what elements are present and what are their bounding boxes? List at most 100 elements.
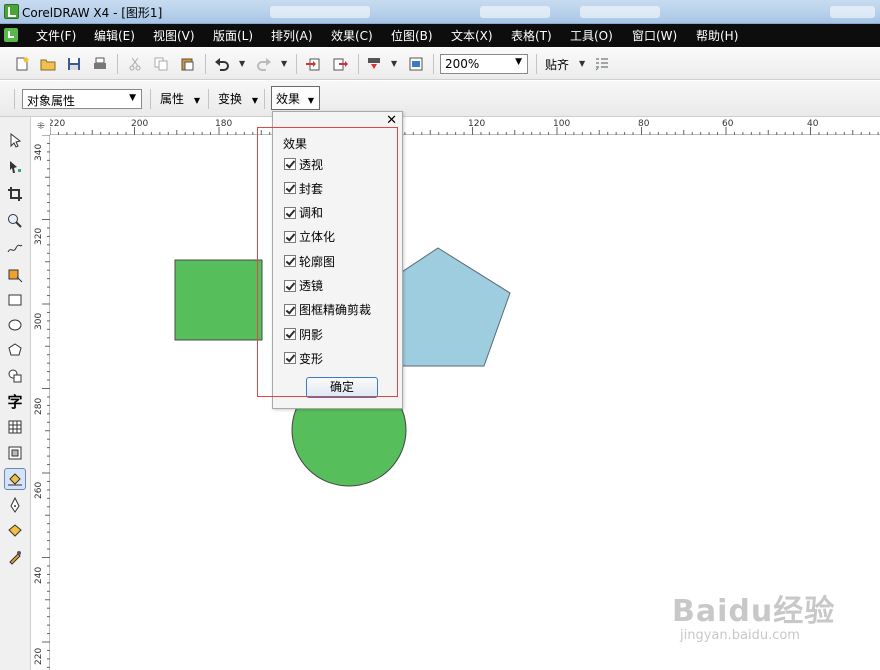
snap-dropdown-icon[interactable]: ▼ [579, 59, 585, 68]
options-list-icon[interactable] [592, 54, 612, 74]
menu-bitmaps[interactable]: 位图(B) [391, 27, 433, 44]
undo-dropdown-icon[interactable]: ▼ [239, 59, 245, 68]
effect-option-row[interactable]: 透视 [284, 156, 323, 172]
effect-option-checkbox[interactable] [284, 352, 296, 365]
print-icon[interactable] [90, 54, 110, 74]
export-icon[interactable] [330, 54, 350, 74]
toolbox: 字 [0, 117, 31, 670]
effect-option-label: 变形 [299, 351, 324, 366]
cut-icon[interactable] [125, 54, 145, 74]
welcome-screen-icon[interactable] [406, 54, 426, 74]
polygon-tool-icon[interactable] [4, 339, 26, 361]
zoom-level-value: 200% [445, 57, 480, 71]
paste-icon[interactable] [177, 54, 197, 74]
effect-option-label: 透视 [299, 157, 324, 172]
chevron-down-icon: ▼ [193, 96, 200, 105]
menu-effects[interactable]: 效果(C) [331, 27, 373, 44]
menu-view[interactable]: 视图(V) [153, 27, 195, 44]
properties-button[interactable]: 属性 ▼ [160, 90, 200, 107]
menu-edit[interactable]: 编辑(E) [94, 27, 135, 44]
menu-text[interactable]: 文本(X) [451, 27, 493, 44]
outline-pen-tool-icon[interactable] [4, 494, 26, 516]
ruler-label: 60 [722, 119, 734, 129]
horizontal-ruler[interactable]: 220 200 180 160 140 120 100 80 60 40 [32, 117, 880, 135]
menu-help[interactable]: 帮助(H) [696, 27, 738, 44]
undo-icon[interactable] [212, 54, 232, 74]
toolbar-separator [150, 89, 151, 109]
ellipse-tool-icon[interactable] [4, 314, 26, 336]
effect-option-row[interactable]: 调和 [284, 205, 323, 221]
effects-dropdown-button[interactable]: 效果 ▼ [271, 86, 320, 110]
effect-option-row[interactable]: 封套 [284, 180, 323, 196]
effect-option-checkbox[interactable] [284, 255, 296, 268]
effect-option-row[interactable]: 图框精确剪裁 [284, 302, 371, 318]
basic-shapes-tool-icon[interactable] [4, 365, 26, 387]
ruler-label: 80 [638, 119, 650, 129]
ruler-label: 340 [34, 143, 44, 161]
effect-option-checkbox[interactable] [284, 328, 296, 341]
menu-arrange[interactable]: 排列(A) [271, 27, 313, 44]
effect-option-label: 立体化 [299, 230, 336, 245]
interactive-fill-tool-icon[interactable] [4, 468, 26, 490]
title-bar: CorelDRAW X4 - [图形1] [0, 0, 880, 24]
effect-option-row[interactable]: 轮廓图 [284, 253, 335, 269]
object-properties-select[interactable]: 对象属性 ▼ [22, 89, 142, 109]
menu-tools[interactable]: 工具(O) [570, 27, 613, 44]
close-icon[interactable]: ✕ [386, 113, 397, 128]
ruler-origin-icon[interactable]: ⁜ [32, 117, 50, 135]
application-launcher-icon[interactable] [364, 54, 384, 74]
menu-bar: 文件(F) 编辑(E) 视图(V) 版面(L) 排列(A) 效果(C) 位图(B… [0, 24, 880, 47]
shape-tool-icon[interactable] [4, 156, 26, 178]
pick-tool-icon[interactable] [4, 129, 26, 151]
effect-option-checkbox[interactable] [284, 230, 296, 243]
effects-panel-heading: 效果 [283, 137, 308, 151]
effect-option-row[interactable]: 变形 [284, 350, 323, 366]
eyedropper-tool-icon[interactable] [4, 546, 26, 568]
vertical-ruler[interactable]: 340 320 300 280 260 240 220 [32, 134, 50, 670]
zoom-level-select[interactable]: 200% ▼ [440, 54, 528, 74]
effect-option-checkbox[interactable] [284, 279, 296, 292]
menu-table[interactable]: 表格(T) [511, 27, 552, 44]
effect-option-label: 调和 [299, 206, 324, 221]
effect-option-checkbox[interactable] [284, 303, 296, 316]
toolbar-separator [205, 54, 206, 74]
effect-option-row[interactable]: 阴影 [284, 326, 323, 342]
effect-option-row[interactable]: 透镜 [284, 278, 323, 294]
confirm-button[interactable]: 确定 [306, 377, 378, 398]
fill-bucket-tool-icon[interactable] [4, 520, 26, 542]
menu-layout[interactable]: 版面(L) [213, 27, 253, 44]
redo-icon[interactable] [254, 54, 274, 74]
effect-option-row[interactable]: 立体化 [284, 229, 335, 245]
rectangle-tool-icon[interactable] [4, 289, 26, 311]
effect-option-checkbox[interactable] [284, 158, 296, 170]
crop-tool-icon[interactable] [4, 183, 26, 205]
table-tool-icon[interactable] [4, 416, 26, 438]
zoom-tool-icon[interactable] [4, 210, 26, 232]
snap-to-button[interactable]: 贴齐 [545, 56, 569, 73]
import-icon[interactable] [303, 54, 323, 74]
transform-button[interactable]: 变换 ▼ [218, 90, 258, 107]
document-menu-icon[interactable] [4, 28, 18, 42]
save-icon[interactable] [64, 54, 84, 74]
effect-option-label: 封套 [299, 181, 324, 196]
ruler-label: 180 [215, 119, 233, 129]
open-folder-icon[interactable] [38, 54, 58, 74]
menu-file[interactable]: 文件(F) [36, 27, 76, 44]
zoom-dropdown-icon: ▼ [515, 57, 522, 67]
menu-window[interactable]: 窗口(W) [632, 27, 677, 44]
object-properties-value: 对象属性 [27, 94, 76, 108]
interactive-blend-tool-icon[interactable] [4, 442, 26, 464]
toolbar-separator [264, 89, 265, 109]
ruler-label: 260 [34, 481, 44, 499]
smart-fill-tool-icon[interactable] [4, 264, 26, 286]
toolbar-separator [117, 54, 118, 74]
redo-dropdown-icon[interactable]: ▼ [281, 59, 287, 68]
text-tool-icon[interactable]: 字 [4, 390, 26, 412]
ruler-label: 300 [34, 312, 44, 330]
new-document-icon[interactable] [12, 54, 32, 74]
copy-icon[interactable] [151, 54, 171, 74]
effect-option-checkbox[interactable] [284, 206, 296, 219]
launcher-dropdown-icon[interactable]: ▼ [391, 59, 397, 68]
effect-option-checkbox[interactable] [284, 182, 296, 195]
freehand-tool-icon[interactable] [4, 237, 26, 259]
